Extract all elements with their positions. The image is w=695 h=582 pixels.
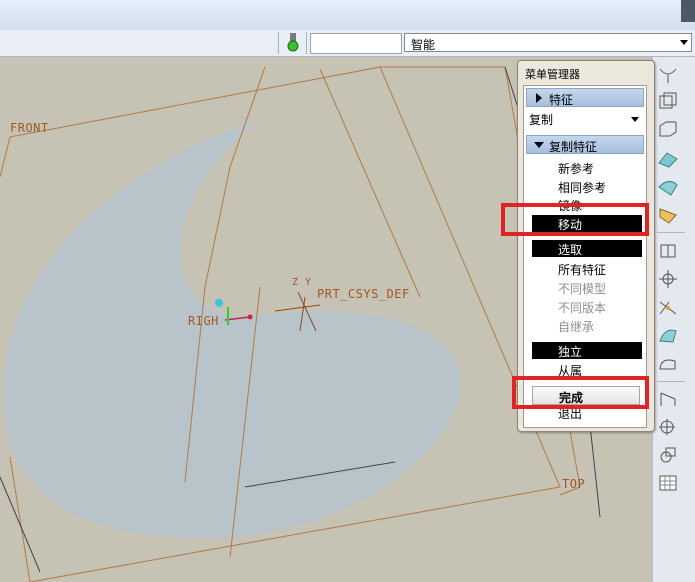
rib-icon[interactable]: [657, 325, 679, 345]
status-light-icon[interactable]: [286, 33, 300, 53]
toolbar-separator: [278, 32, 279, 54]
chamfer-icon[interactable]: [657, 177, 679, 197]
right-plane-label: RIGH: [188, 314, 219, 328]
toolbar-separator: [306, 32, 307, 54]
chevron-down-icon: [680, 40, 688, 45]
shell-icon[interactable]: [657, 119, 679, 139]
menu-item-diff-model: 不同模型: [558, 282, 607, 296]
mirror-icon[interactable]: [657, 269, 679, 289]
menu-item-all-features[interactable]: 所有特征: [558, 261, 606, 278]
selection-filter-value: 智能: [411, 38, 436, 52]
expand-arrow-icon: [536, 93, 542, 103]
done-highlight-box: [512, 376, 649, 409]
datum-plane-icon[interactable]: [657, 445, 679, 465]
chevron-down-icon: [631, 117, 639, 122]
toolbar-separator: [657, 232, 685, 233]
grid-icon[interactable]: [657, 473, 679, 493]
copy-combo[interactable]: 复制: [526, 110, 644, 128]
swept-surface: [3, 119, 461, 538]
menu-item-new-refs[interactable]: 新参考: [558, 160, 594, 177]
menu-item-inheritance: 自继承: [558, 320, 595, 334]
copy-feature-header-label: 复制特征: [549, 140, 598, 154]
toolbar-separator: [657, 381, 685, 382]
extrude-icon[interactable]: [657, 91, 679, 111]
copy-icon[interactable]: [657, 417, 679, 437]
window-handle[interactable]: [681, 0, 695, 22]
selection-filter-dropdown[interactable]: 智能: [404, 33, 692, 52]
menu-item-same-refs[interactable]: 相同参考: [558, 179, 606, 196]
window-top-strip: [0, 0, 695, 31]
move-highlight-box: [501, 203, 649, 236]
axis-icon[interactable]: [657, 297, 679, 317]
front-plane-label: FRONT: [10, 121, 49, 135]
copy-combo-value: 复制: [529, 113, 554, 127]
copy-feature-header[interactable]: 复制特征: [526, 135, 644, 154]
select-label: 选取: [558, 243, 583, 257]
menu-manager-title: 菜单管理器: [525, 68, 580, 81]
independent-label: 独立: [558, 345, 583, 359]
csys-label: PRT_CSYS_DEF: [317, 287, 410, 301]
top-plane-label: TOP: [562, 477, 586, 491]
status-field: [310, 33, 402, 54]
axes-label: Z Y: [292, 277, 312, 288]
right-datum-plane: [204, 66, 266, 288]
menu-item-diff-version: 不同版本: [558, 301, 607, 315]
feature-header-label: 特征: [549, 93, 574, 107]
round-icon[interactable]: [657, 149, 679, 169]
collapse-arrow-icon: [534, 142, 544, 148]
surface-icon[interactable]: [657, 389, 679, 409]
right-feature-toolbar: [652, 57, 695, 582]
feature-menu-header[interactable]: 特征: [526, 88, 644, 107]
sweep-icon[interactable]: [657, 65, 679, 85]
hole-icon[interactable]: [657, 353, 679, 373]
draft-icon[interactable]: [657, 205, 679, 225]
menu-item-independent[interactable]: 独立: [532, 342, 642, 359]
menu-item-select[interactable]: 选取: [532, 240, 642, 257]
pattern-icon[interactable]: [657, 241, 679, 261]
